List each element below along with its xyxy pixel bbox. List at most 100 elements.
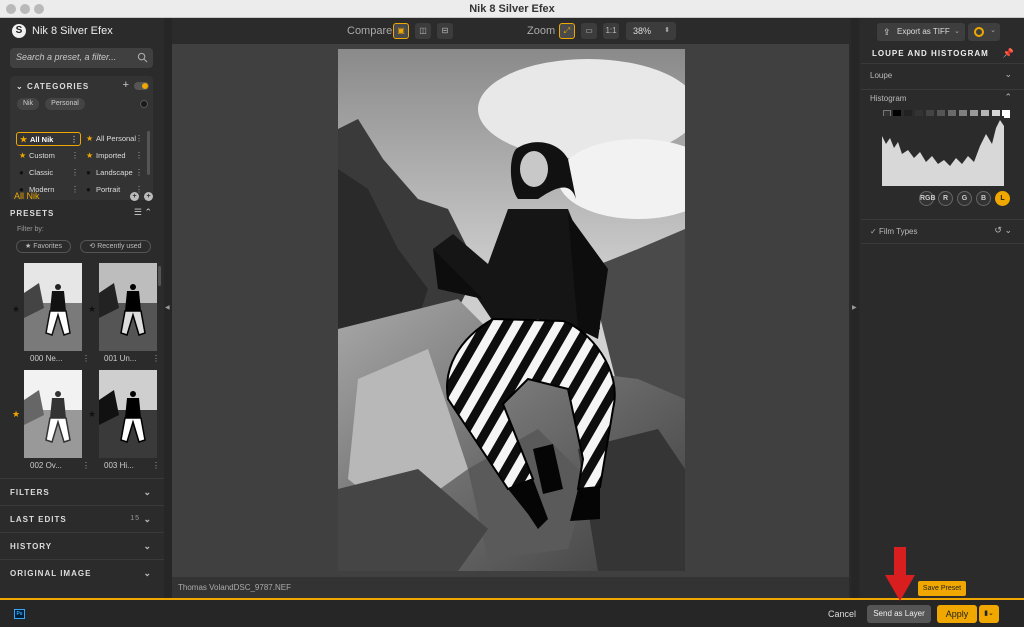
favorites-filter[interactable]: ★ Favorites <box>16 240 71 253</box>
section-filters[interactable]: FILTERS ⌄ <box>0 478 164 505</box>
side-by-side-icon: ⊟ <box>441 26 449 35</box>
channel-rgb-button[interactable]: RGB <box>919 191 936 206</box>
checkbox-icon[interactable]: ✓ <box>870 227 879 236</box>
kebab-icon[interactable]: ⋮ <box>135 149 143 163</box>
pin-icon[interactable]: 📌 <box>1003 48 1014 59</box>
section-last-edits[interactable]: LAST EDITS 15 ⌄ <box>0 505 164 532</box>
section-history[interactable]: HISTORY ⌄ <box>0 532 164 559</box>
favorite-star-icon[interactable]: ★ <box>12 409 20 420</box>
presets-scrollbar[interactable] <box>158 266 161 286</box>
add-category-icon[interactable]: + <box>123 79 129 91</box>
apply-options-button[interactable]: ▮⌄ <box>979 605 999 623</box>
favorite-star-icon[interactable]: ★ <box>88 304 96 315</box>
category-all-nik[interactable]: ★ All Nik ⋮ <box>16 132 81 146</box>
preset-thumbnail-image <box>99 370 157 458</box>
kebab-icon[interactable]: ⋮ <box>82 354 90 363</box>
chevron-down-icon: ⌄ <box>143 514 152 524</box>
chevron-down-icon: ⌄ <box>143 487 152 497</box>
zoom-label: Zoom <box>527 25 556 37</box>
channel-r-button[interactable]: R <box>938 191 953 206</box>
star-icon: ★ <box>86 151 94 160</box>
image-canvas[interactable] <box>172 44 849 577</box>
chevron-down-icon: ⌄ <box>143 541 152 551</box>
split-view-icon: ◫ <box>419 26 427 35</box>
kebab-icon[interactable]: ⋮ <box>70 133 78 147</box>
settings-button[interactable]: ⌄ <box>968 23 1000 41</box>
bottom-bar: Ps Cancel Send as Layer Apply ▮⌄ <box>0 598 1024 627</box>
import-preset-icon[interactable]: + <box>144 192 153 201</box>
favorite-star-icon[interactable]: ★ <box>12 304 20 315</box>
channel-b-button[interactable]: B <box>976 191 991 206</box>
kebab-icon[interactable]: ⋮ <box>152 354 160 363</box>
compare-single-button[interactable]: ▣ <box>393 23 409 39</box>
chip-options-icon[interactable] <box>140 100 148 108</box>
compare-side-by-side-button[interactable]: ⊟ <box>437 23 453 39</box>
chip-personal[interactable]: Personal <box>45 98 85 110</box>
chevron-down-icon: ⌄ <box>1004 69 1012 79</box>
categories-toggle[interactable] <box>134 82 149 90</box>
presets-menu-icon[interactable]: ☰ ⌃ <box>134 207 152 218</box>
kebab-icon[interactable]: ⋮ <box>71 149 79 163</box>
compare-split-button[interactable]: ◫ <box>415 23 431 39</box>
preset-thumbnail[interactable] <box>24 263 82 351</box>
recently-used-filter[interactable]: ⟲ Recently used <box>80 240 151 253</box>
kebab-icon[interactable]: ⋮ <box>135 132 143 146</box>
fill-icon: ▭ <box>585 26 593 35</box>
section-original-image[interactable]: ORIGINAL IMAGE ⌄ <box>0 559 164 586</box>
category-imported[interactable]: ★ Imported ⋮ <box>83 149 145 163</box>
category-landscape[interactable]: ● Landscape ⋮ <box>83 166 145 180</box>
preset-thumbnail[interactable] <box>99 263 157 351</box>
save-preset-button[interactable]: Save Preset <box>918 581 966 596</box>
chevron-up-icon[interactable]: ⌃ <box>1004 92 1012 103</box>
presets-header[interactable]: PRESETS <box>10 209 54 218</box>
chip-nik[interactable]: Nik <box>17 98 39 110</box>
kebab-icon[interactable]: ⋮ <box>82 461 90 470</box>
last-edits-count: 15 <box>130 515 140 522</box>
send-as-layer-button[interactable]: Send as Layer <box>867 605 931 623</box>
search-placeholder: Search a preset, a filter... <box>16 52 117 62</box>
stepper-icon: ⬍ <box>664 27 670 34</box>
cancel-button[interactable]: Cancel <box>828 609 856 619</box>
app-window: Nik 8 Silver Efex S Nik 8 Silver Efex Se… <box>0 0 1024 627</box>
document-chevron-icon: ▮⌄ <box>984 610 994 617</box>
zoom-fill-button[interactable]: ▭ <box>581 23 597 39</box>
zoom-fit-button[interactable]: ⤢ <box>559 23 575 39</box>
preset-label: 001 Un... <box>104 354 137 363</box>
histogram-label[interactable]: Histogram <box>870 94 906 103</box>
categories-scrollbar[interactable] <box>147 131 150 175</box>
preset-thumbnail[interactable] <box>24 370 82 458</box>
search-input[interactable]: Search a preset, a filter... <box>10 48 153 68</box>
favorite-star-icon[interactable]: ★ <box>88 409 96 420</box>
preset-thumbnail[interactable] <box>99 370 157 458</box>
left-panel-collapse-handle[interactable]: ◀ <box>164 18 172 598</box>
loupe-row[interactable]: Loupe ⌄ <box>861 63 1024 85</box>
add-preset-icon[interactable]: + <box>130 192 139 201</box>
histogram-graph <box>882 116 1004 186</box>
left-panel: S Nik 8 Silver Efex Search a preset, a f… <box>0 18 164 598</box>
channel-g-button[interactable]: G <box>957 191 972 206</box>
kebab-icon[interactable]: ⋮ <box>71 166 79 180</box>
nik-logo-icon: S <box>12 24 26 38</box>
star-icon: ★ <box>86 134 94 143</box>
kebab-icon[interactable]: ⋮ <box>135 166 143 180</box>
category-classic[interactable]: ● Classic ⋮ <box>16 166 81 180</box>
star-icon: ★ <box>20 135 28 144</box>
film-types-row[interactable]: ✓ Film Types ↺ ⌄ <box>861 219 1024 243</box>
image-filename: Thomas VolandDSC_9787.NEF <box>172 577 849 598</box>
right-panel-collapse-handle[interactable]: ▶ <box>851 18 859 598</box>
channel-l-button[interactable]: L <box>995 191 1010 206</box>
chevron-down-icon: ⌄ <box>143 568 152 578</box>
zoom-level-select[interactable]: 38% ⬍ <box>626 22 676 40</box>
export-tiff-button[interactable]: ⇪ Export as TIFF ⌄ <box>877 23 965 41</box>
zoom-one-to-one-button[interactable]: 1:1 <box>603 23 619 39</box>
category-all-personal[interactable]: ★ All Personal ⋮ <box>83 132 145 146</box>
kebab-icon[interactable]: ⋮ <box>152 461 160 470</box>
apply-button[interactable]: Apply <box>937 605 977 623</box>
right-panel: ⇪ Export as TIFF ⌄ ⌄ LOUPE AND HISTOGRAM 📌… <box>861 18 1024 598</box>
current-category: All Nik + + <box>14 191 154 201</box>
export-icon: ⇪ <box>883 27 891 37</box>
app-header: S Nik 8 Silver Efex <box>12 24 113 38</box>
categories-header[interactable]: ⌄ CATEGORIES <box>16 82 89 91</box>
category-custom[interactable]: ★ Custom ⋮ <box>16 149 81 163</box>
reset-chevron-icon[interactable]: ↺ ⌄ <box>994 225 1012 236</box>
